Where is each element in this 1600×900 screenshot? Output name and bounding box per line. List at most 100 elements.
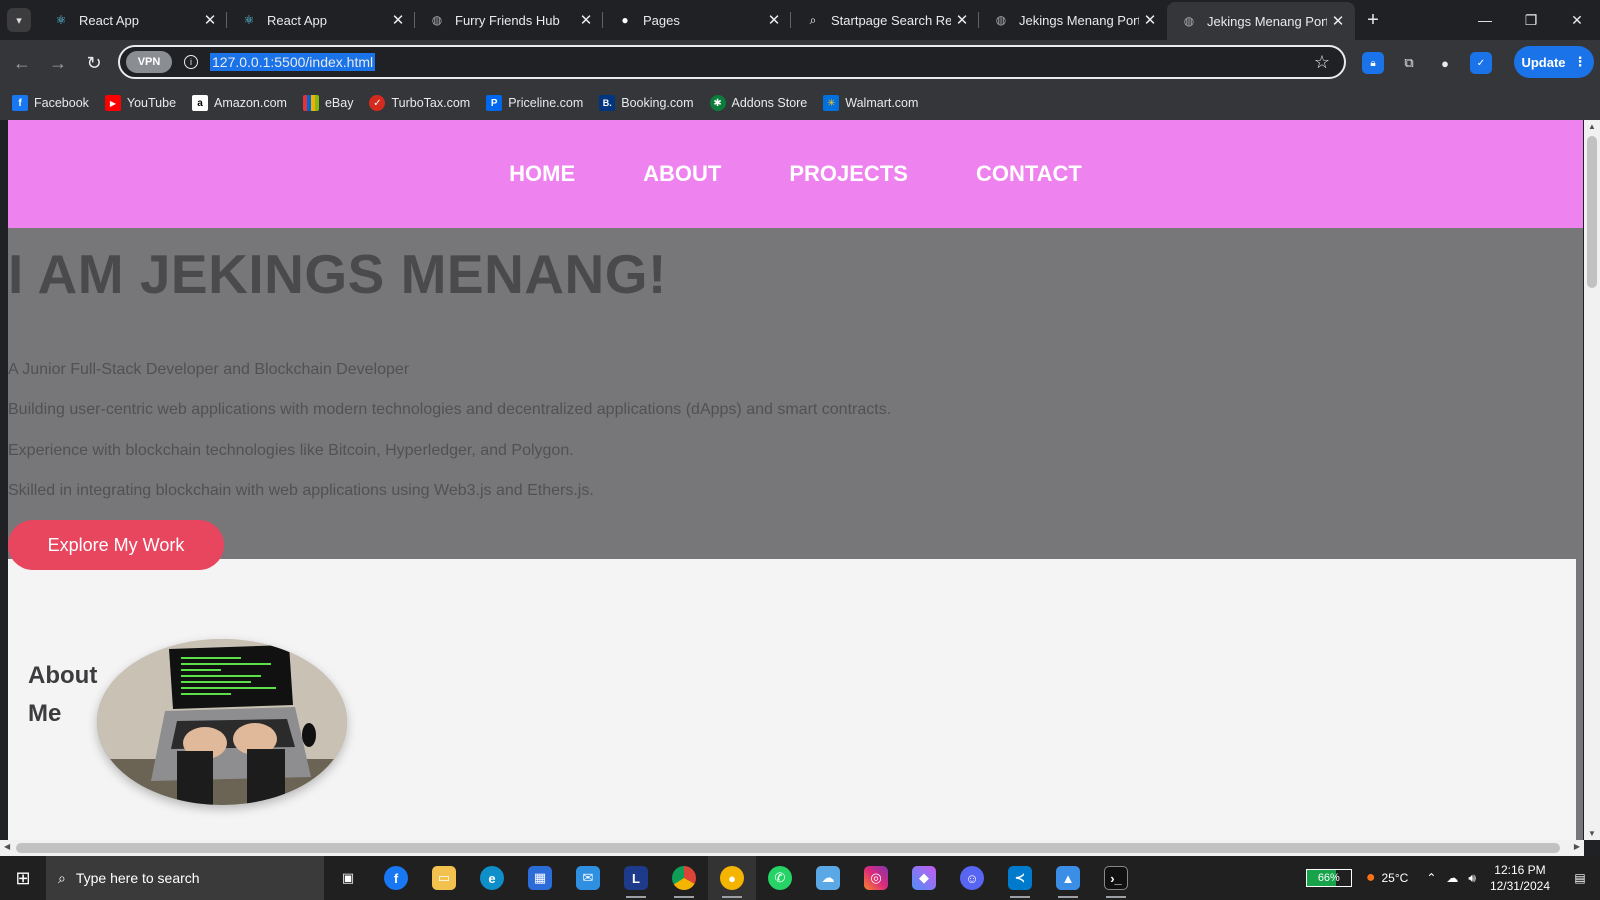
update-button[interactable]: Update ⋮	[1514, 46, 1594, 78]
search-icon: ⌕	[58, 869, 66, 886]
nav-link-contact[interactable]: CONTACT	[976, 161, 1082, 187]
about-title-line1: About	[28, 662, 98, 689]
clock-time: 12:16 PM	[1494, 863, 1546, 877]
browser-tab[interactable]: ⚛ React App ✕	[39, 0, 227, 40]
bookmark-turbotax[interactable]: ✓ TurboTax.com	[369, 95, 470, 111]
bookmark-booking[interactable]: B. Booking.com	[599, 95, 694, 111]
bookmark-ebay[interactable]: eBay	[302, 95, 354, 111]
minimize-icon[interactable]: —	[1462, 0, 1508, 40]
weather-icon[interactable]: ●	[1366, 869, 1376, 887]
bookmark-facebook[interactable]: f Facebook	[12, 95, 89, 111]
close-icon[interactable]: ✕	[951, 11, 973, 29]
browser-app-icon[interactable]: ●	[708, 856, 756, 900]
taskbar-search-box[interactable]: ⌕ Type here to search	[46, 856, 324, 900]
vpn-badge[interactable]: VPN	[126, 51, 172, 73]
vscode-icon[interactable]: ≺	[996, 856, 1044, 900]
tab-search-button[interactable]: ▾	[7, 8, 31, 32]
url-text[interactable]: 127.0.0.1:5500/index.html	[210, 53, 376, 71]
extensions-puzzle-icon[interactable]: ⧉	[1398, 52, 1420, 74]
nav-link-about[interactable]: ABOUT	[643, 161, 721, 187]
file-explorer-icon[interactable]: ▭	[420, 856, 468, 900]
bookmark-walmart[interactable]: ✳ Walmart.com	[823, 95, 918, 111]
site-info-icon[interactable]: i	[184, 55, 198, 69]
profile-icon[interactable]: ●	[1434, 52, 1456, 74]
bookmark-youtube[interactable]: ▶ YouTube	[104, 95, 176, 111]
tab-title: Pages	[643, 12, 680, 28]
extension-shield-icon[interactable]: ✓	[1470, 52, 1492, 74]
addons-icon: ✱	[709, 95, 726, 111]
vertical-scrollbar[interactable]: ▲ ▼	[1584, 120, 1600, 840]
bookmark-label: eBay	[324, 96, 354, 110]
microsoft-store-icon[interactable]: ▦	[516, 856, 564, 900]
startpage-icon: ⌕	[809, 12, 817, 27]
windows-start-icon[interactable]: ⊞	[0, 868, 46, 889]
close-icon[interactable]: ✕	[387, 11, 409, 29]
laptop-photo	[97, 639, 347, 805]
nav-link-projects[interactable]: PROJECTS	[789, 161, 908, 187]
volume-icon[interactable]: 🔊︎	[1468, 871, 1476, 886]
kebab-menu-icon: ⋮	[1573, 54, 1587, 69]
forward-icon[interactable]: →	[40, 53, 76, 74]
close-icon[interactable]: ✕	[575, 11, 597, 29]
browser-tab[interactable]: ● Pages ✕	[603, 0, 791, 40]
back-icon[interactable]: ←	[4, 53, 40, 74]
address-bar[interactable]: VPN i 127.0.0.1:5500/index.html ☆	[118, 45, 1346, 79]
task-view-icon[interactable]: ▣	[324, 856, 372, 900]
instagram-icon[interactable]: ◎	[852, 856, 900, 900]
mail-icon[interactable]: ✉	[564, 856, 612, 900]
browser-tab[interactable]: ⌕ Startpage Search Resul ✕	[791, 0, 979, 40]
hero-line-role: A Junior Full-Stack Developer and Blockc…	[8, 361, 410, 378]
l-app-icon[interactable]: L	[612, 856, 660, 900]
scroll-right-arrow-icon[interactable]: ▶	[1574, 842, 1580, 851]
chevron-up-icon[interactable]: ⌃	[1426, 871, 1436, 885]
bookmark-star-icon[interactable]: ☆	[1314, 52, 1330, 73]
ebay-icon	[302, 95, 319, 111]
horizontal-scrollbar[interactable]: ◀ ▶	[0, 840, 1584, 856]
restore-icon[interactable]: ❐	[1508, 0, 1554, 40]
cloud-app-icon[interactable]: ☁	[804, 856, 852, 900]
close-window-icon[interactable]: ✕	[1554, 0, 1600, 40]
bookmark-amazon[interactable]: a Amazon.com	[192, 95, 287, 111]
youtube-icon: ▶	[104, 95, 121, 111]
bookmark-priceline[interactable]: P Priceline.com	[486, 95, 583, 111]
about-title-line2: Me	[28, 700, 62, 727]
close-icon[interactable]: ✕	[1327, 12, 1349, 30]
whatsapp-icon[interactable]: ✆	[756, 856, 804, 900]
scroll-down-arrow-icon[interactable]: ▼	[1587, 829, 1597, 838]
browser-tab[interactable]: ⚛ React App ✕	[227, 0, 415, 40]
discord-icon[interactable]: ☺	[948, 856, 996, 900]
walmart-icon: ✳	[823, 95, 840, 111]
vertical-scroll-thumb[interactable]	[1587, 136, 1597, 288]
close-icon[interactable]: ✕	[1139, 11, 1161, 29]
browser-tab[interactable]: ◍ Jekings Menang Portfo ✕	[979, 0, 1167, 40]
close-icon[interactable]: ✕	[763, 11, 785, 29]
globe-icon: ◍	[431, 13, 443, 27]
battery-indicator[interactable]: 66%	[1305, 869, 1352, 887]
facebook-app-icon[interactable]: f	[372, 856, 420, 900]
new-tab-button[interactable]: +	[1355, 9, 1391, 32]
taskbar-clock[interactable]: 12:16 PM 12/31/2024	[1490, 862, 1550, 894]
weather-temp[interactable]: 25°C	[1382, 871, 1409, 885]
horizontal-scroll-thumb[interactable]	[16, 843, 1560, 853]
browser-tab[interactable]: ◍ Furry Friends Hub ✕	[415, 0, 603, 40]
explore-my-work-button[interactable]: Explore My Work	[8, 520, 224, 570]
chrome-icon[interactable]	[660, 856, 708, 900]
copilot-icon[interactable]: ◆	[900, 856, 948, 900]
browser-tab-active[interactable]: ◍ Jekings Menang Portfo ✕	[1167, 2, 1355, 40]
about-title: About Me	[28, 657, 97, 733]
terminal-icon[interactable]: ›_	[1092, 856, 1140, 900]
scroll-up-arrow-icon[interactable]: ▲	[1587, 122, 1597, 131]
nav-link-home[interactable]: HOME	[509, 161, 575, 187]
reload-icon[interactable]: ↻	[76, 53, 112, 74]
close-icon[interactable]: ✕	[199, 11, 221, 29]
notifications-icon[interactable]: ▤	[1560, 871, 1600, 885]
bookmark-label: Addons Store	[731, 96, 808, 110]
bookmark-addons-store[interactable]: ✱ Addons Store	[709, 95, 808, 111]
github-icon: ●	[621, 13, 629, 27]
network-icon[interactable]: ☁	[1446, 871, 1458, 885]
clock-date: 12/31/2024	[1489, 879, 1550, 893]
extension-lock-icon[interactable]: 🔒︎	[1362, 52, 1384, 74]
scroll-left-arrow-icon[interactable]: ◀	[4, 842, 10, 851]
photos-icon[interactable]: ▲	[1044, 856, 1092, 900]
edge-icon[interactable]: e	[468, 856, 516, 900]
